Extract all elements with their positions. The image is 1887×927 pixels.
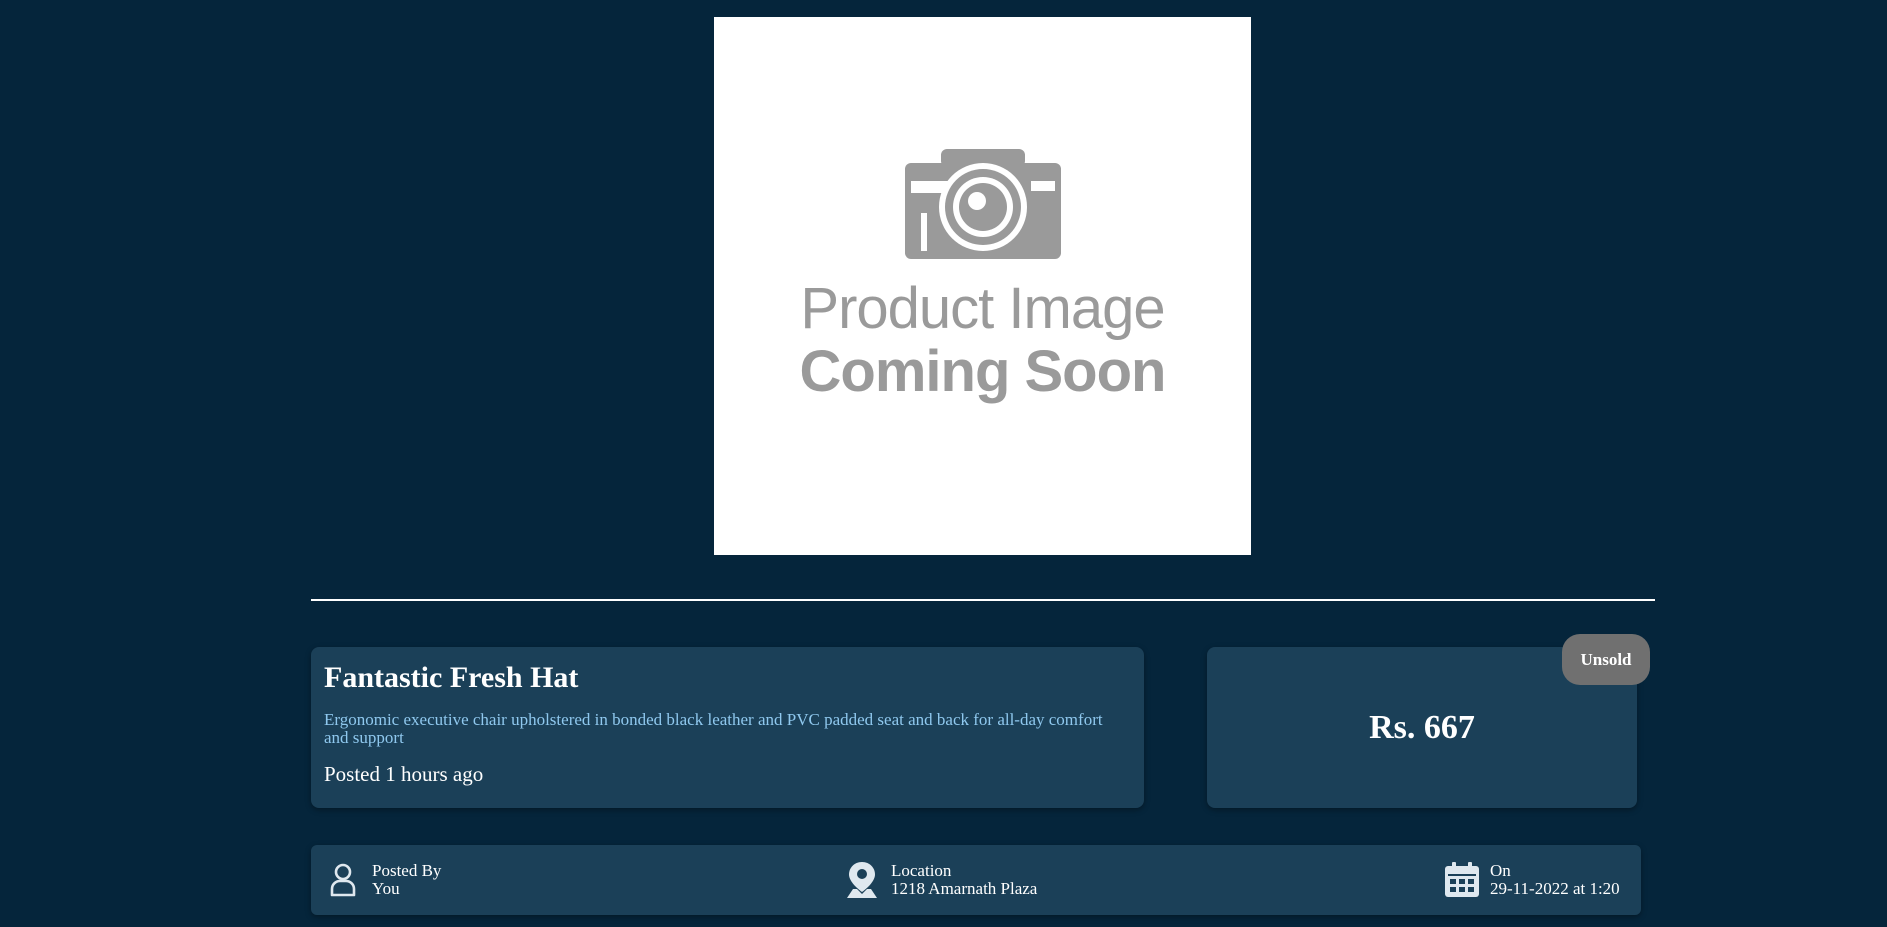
placeholder-text-line1: Product Image bbox=[800, 276, 1165, 341]
meta-bar: Posted By You Location 1218 Amarnath Pla… bbox=[311, 845, 1641, 915]
product-description: Ergonomic executive chair upholstered in… bbox=[324, 710, 1103, 747]
location-value: 1218 Amarnath Plaza bbox=[891, 879, 1038, 898]
meta-location: Location 1218 Amarnath Plaza bbox=[845, 845, 1037, 915]
calendar-icon bbox=[1444, 862, 1480, 898]
meta-posted-by: Posted By You bbox=[328, 845, 441, 915]
placeholder-text-line2: Coming Soon bbox=[799, 339, 1167, 404]
date-label: On bbox=[1490, 861, 1511, 880]
product-image: Product Image Coming Soon bbox=[714, 17, 1251, 555]
camera-icon bbox=[904, 149, 1061, 259]
posted-time: Posted 1 hours ago bbox=[324, 762, 484, 786]
product-detail-page: Product Image Coming Soon Fantastic Fres… bbox=[0, 0, 1887, 927]
section-divider bbox=[311, 599, 1655, 601]
product-info-card: Fantastic Fresh Hat Ergonomic executive … bbox=[311, 647, 1144, 808]
product-title: Fantastic Fresh Hat bbox=[324, 661, 579, 694]
meta-date: On 29-11-2022 at 1:20 bbox=[1444, 845, 1620, 915]
product-price: Rs. 667 bbox=[1369, 708, 1475, 746]
date-value: 29-11-2022 at 1:20 bbox=[1490, 879, 1620, 898]
location-label: Location bbox=[891, 861, 952, 880]
map-pin-icon bbox=[845, 861, 879, 899]
posted-by-label: Posted By bbox=[372, 861, 442, 880]
posted-by-value: You bbox=[372, 879, 400, 898]
user-icon bbox=[328, 863, 358, 897]
status-badge[interactable]: Unsold bbox=[1562, 634, 1650, 685]
